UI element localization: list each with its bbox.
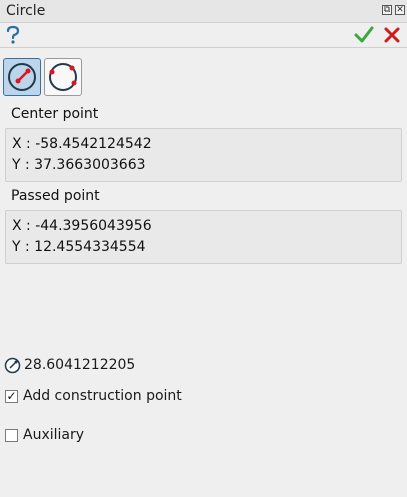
auxiliary-label[interactable]: Auxiliary xyxy=(23,427,84,443)
mode-center-radius-button[interactable] xyxy=(3,58,41,96)
radius-icon xyxy=(4,357,21,378)
center-y-value: Y : 37.3663003663 xyxy=(12,157,146,173)
passed-y-value: Y : 12.4554334554 xyxy=(12,239,146,255)
help-icon[interactable] xyxy=(5,25,21,49)
ok-checkmark-icon[interactable] xyxy=(354,26,374,48)
passed-point-label: Passed point xyxy=(11,188,100,204)
passed-x-value: X : -44.3956043956 xyxy=(12,218,152,234)
cancel-x-icon[interactable] xyxy=(383,26,401,48)
task-toolbar xyxy=(0,22,407,48)
center-point-group: X : -58.4542124542 Y : 37.3663003663 xyxy=(5,128,402,182)
center-x-value: X : -58.4542124542 xyxy=(12,136,152,152)
auxiliary-checkbox[interactable] xyxy=(5,429,18,442)
construction-point-label[interactable]: Add construction point xyxy=(23,388,182,404)
radius-value: 28.6041212205 xyxy=(24,357,136,373)
center-point-label: Center point xyxy=(11,106,99,122)
circle-center-radius-icon xyxy=(8,63,36,91)
construction-point-checkbox[interactable]: ✓ xyxy=(5,390,18,403)
restore-button[interactable]: ⧉ xyxy=(382,5,392,15)
passed-point-group: X : -44.3956043956 Y : 12.4554334554 xyxy=(5,210,402,264)
window-title: Circle xyxy=(6,3,46,19)
close-button[interactable]: ✕ xyxy=(395,5,405,15)
mode-three-points-button[interactable] xyxy=(44,58,82,96)
title-bar: Circle ⧉ ✕ xyxy=(0,0,407,22)
circle-three-points-icon xyxy=(49,63,77,91)
